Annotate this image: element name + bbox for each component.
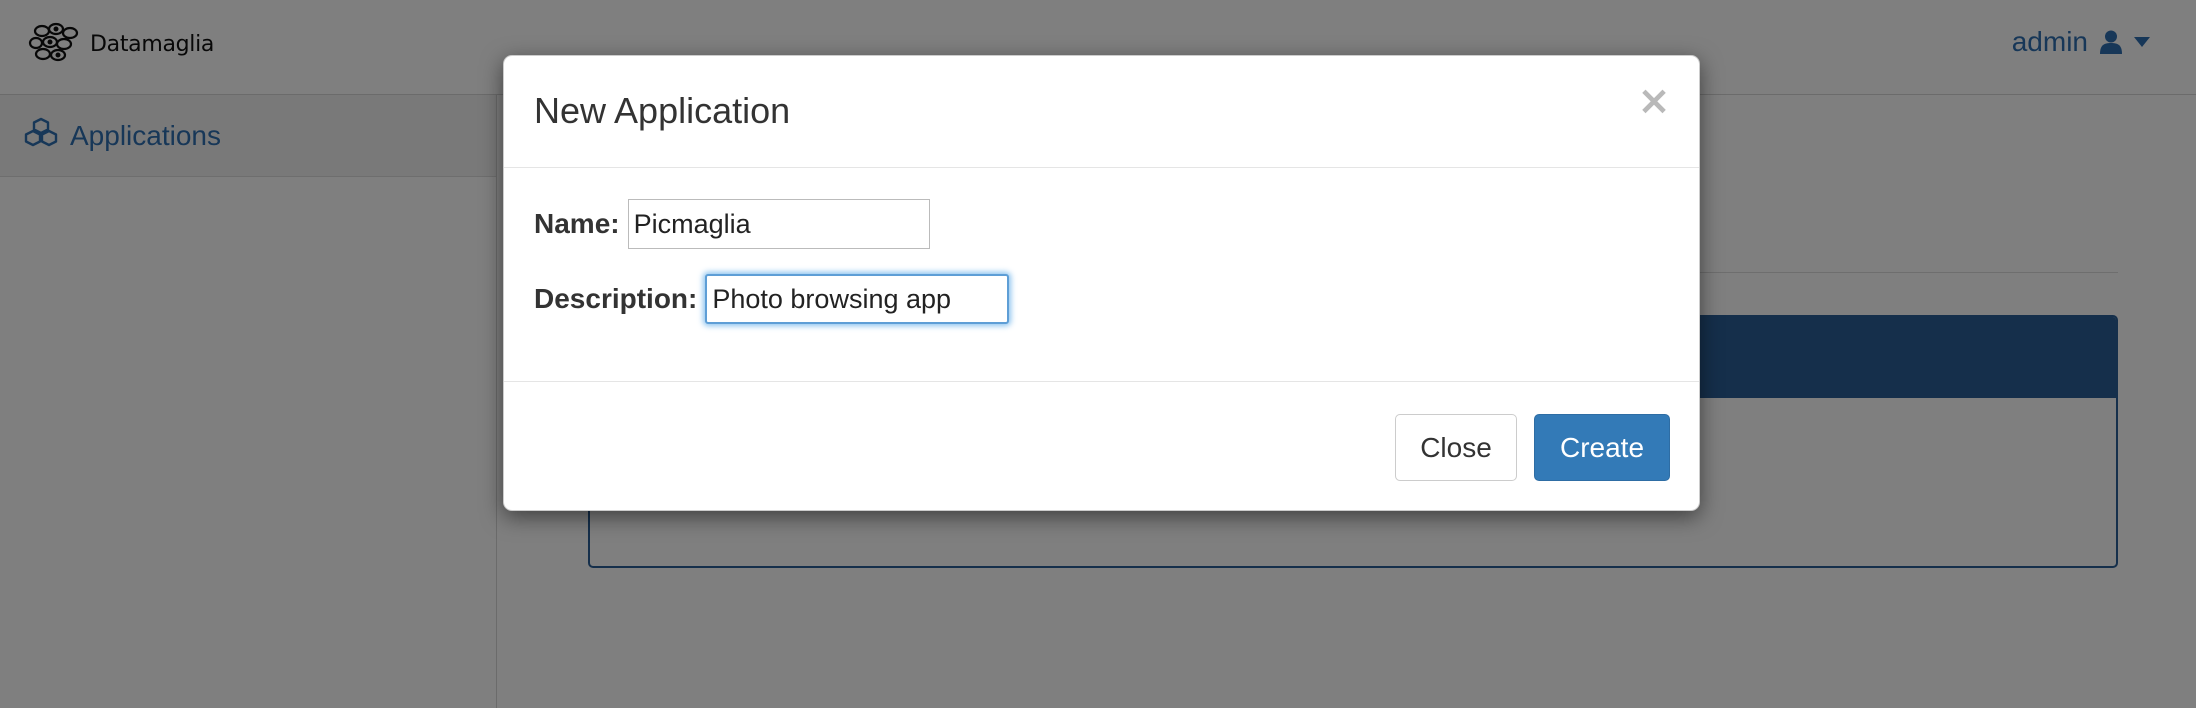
name-input[interactable] — [627, 199, 930, 249]
name-label: Name: — [534, 208, 620, 239]
create-button[interactable]: Create — [1534, 414, 1670, 481]
description-row: Description: — [534, 274, 1010, 324]
modal-header: New Application × — [504, 56, 1699, 168]
modal-footer: Close Create — [504, 381, 1699, 510]
name-row: Name: — [534, 199, 930, 249]
modal-close-icon[interactable]: × — [1637, 81, 1671, 121]
app-page: Datamaglia admin — [0, 0, 2196, 708]
new-application-modal: New Application × Name: Description: Clo… — [503, 55, 1700, 511]
close-button[interactable]: Close — [1395, 414, 1517, 481]
description-label: Description: — [534, 283, 698, 314]
description-input[interactable] — [705, 274, 1010, 324]
modal-title: New Application — [534, 90, 791, 131]
